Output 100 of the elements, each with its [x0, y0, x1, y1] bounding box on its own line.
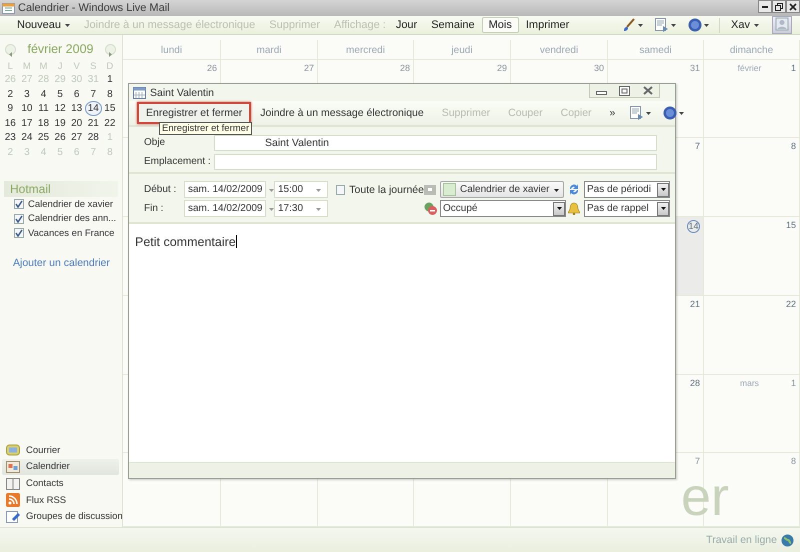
reminder-select[interactable]: Pas de rappel — [584, 200, 670, 217]
day-number: 1 — [790, 63, 796, 73]
calendar-day[interactable]: 5 — [52, 86, 68, 101]
caret-icon — [638, 24, 644, 26]
calendar-day[interactable]: 4 — [35, 86, 52, 101]
calendar-day[interactable]: 17 — [18, 116, 36, 130]
next-month-button[interactable] — [104, 44, 116, 54]
new-menu-button[interactable]: Nouveau — [10, 17, 78, 33]
checkbox[interactable] — [14, 214, 24, 224]
calendar-select[interactable]: Calendrier de xavier — [440, 181, 564, 198]
field-label: Emplacement : — [144, 156, 212, 167]
view-label: Affichage : — [333, 18, 387, 33]
subject-field[interactable]: Saint Valentin — [214, 134, 657, 150]
dialog-title: Saint Valentin — [150, 86, 214, 98]
caret-icon — [671, 24, 676, 26]
calendar-day[interactable]: 8 — [102, 86, 118, 101]
calendar-day[interactable]: 14 — [84, 101, 102, 116]
calendar-day[interactable]: 26 — [52, 130, 68, 144]
caret-icon — [556, 207, 562, 210]
calendar-day[interactable]: 18 — [35, 116, 52, 130]
calendar-day[interactable]: 2 — [2, 86, 19, 101]
caret-icon — [704, 24, 710, 26]
calendar-day[interactable]: 11 — [35, 101, 52, 116]
checkbox[interactable] — [14, 199, 24, 210]
recurrence-select[interactable]: Pas de périodi — [584, 181, 670, 198]
toolbar-button[interactable]: » — [600, 102, 624, 124]
calendar-icon — [133, 86, 146, 98]
day-number: 22 — [786, 299, 796, 309]
time-field[interactable]: 15:00 — [274, 181, 328, 198]
calendar-day[interactable]: 7 — [84, 86, 102, 101]
calendar-day[interactable]: 10 — [18, 101, 36, 116]
time-field[interactable]: 17:30 — [274, 200, 328, 217]
minimize-button[interactable] — [758, 0, 772, 13]
help-icon — [663, 106, 678, 120]
calendar-day[interactable]: 13 — [68, 101, 85, 116]
location-field[interactable] — [214, 154, 657, 170]
calendar-day[interactable]: 24 — [18, 130, 36, 144]
calendar-day[interactable]: 28 — [84, 130, 102, 144]
toolbar-button[interactable]: Semaine — [424, 17, 482, 33]
calendar-day[interactable]: 16 — [2, 116, 19, 130]
nav-item[interactable]: Contacts — [2, 475, 119, 492]
day-number: 15 — [786, 220, 796, 230]
nav-label: Flux RSS — [26, 494, 66, 506]
toolbar-button[interactable]: Enregistrer et fermer — [137, 102, 252, 124]
calendar-day[interactable]: 25 — [35, 130, 52, 144]
nav-label: Calendrier — [26, 461, 70, 472]
caret-icon — [268, 189, 274, 192]
day-number: 7 — [694, 456, 700, 466]
caret-icon — [65, 24, 70, 26]
weekday-header: samedi — [608, 40, 704, 60]
globe-icon — [781, 534, 794, 546]
note-icon — [6, 510, 20, 524]
caret-icon — [660, 188, 666, 191]
month-title: février 2009 — [27, 42, 94, 56]
calendar-name: Calendrier de xavier — [28, 198, 114, 210]
checkbox[interactable] — [336, 184, 346, 194]
calendar-day[interactable]: 27 — [68, 130, 85, 144]
calendar-day[interactable]: 3 — [18, 86, 36, 101]
nav-item[interactable]: Calendrier — [2, 458, 119, 476]
nav-label: Courrier — [26, 444, 60, 456]
calendar-day[interactable]: 9 — [2, 101, 19, 116]
status-icon — [424, 202, 437, 215]
availability-select[interactable]: Occupé — [440, 200, 566, 217]
weekday-header: vendredi — [511, 40, 608, 60]
toolbar-button[interactable]: Imprimer — [518, 17, 576, 33]
day-number: 8 — [790, 141, 796, 151]
close-icon — [789, 2, 797, 10]
user-menu[interactable]: Xav — [724, 17, 766, 33]
left-arrow-icon — [8, 52, 13, 56]
nav-item[interactable]: Flux RSS — [2, 492, 119, 508]
checkbox-label: Toute la journée — [349, 184, 424, 196]
previous-month-button[interactable] — [5, 44, 16, 54]
toolbar-button[interactable]: Mois — [482, 17, 519, 33]
calendar-day[interactable]: 21 — [84, 116, 102, 130]
nav-label: Contacts — [26, 478, 64, 490]
status-text: Travail en ligne — [706, 534, 777, 546]
calendar-day[interactable]: 15 — [102, 101, 118, 116]
close-button[interactable] — [786, 0, 800, 13]
restore-button[interactable] — [772, 0, 786, 13]
calendar-day[interactable]: 6 — [68, 86, 85, 101]
toolbar-button[interactable]: Jour — [388, 17, 424, 33]
book-icon — [6, 476, 20, 491]
calendar-day[interactable]: 20 — [68, 116, 85, 130]
calendar-day[interactable]: 12 — [52, 101, 68, 116]
weekday-header: dimanche — [704, 40, 800, 60]
caret-icon — [268, 208, 274, 211]
toolbar-button[interactable]: Joindre à un message électronique — [251, 102, 433, 124]
add-calendar-link[interactable]: Ajouter un calendrier — [0, 256, 122, 268]
restore-icon — [775, 2, 783, 10]
calendar-day[interactable]: 22 — [102, 116, 118, 130]
field-label: Début : — [144, 184, 178, 195]
checkbox[interactable] — [14, 228, 24, 238]
mail-icon — [6, 443, 20, 458]
bell-icon — [568, 202, 580, 215]
nav-item[interactable]: Courrier — [2, 442, 119, 459]
day-number: 26 — [206, 63, 217, 73]
calendar-day[interactable]: 19 — [52, 116, 68, 130]
calendar-day[interactable]: 1 — [102, 72, 118, 86]
day-number: 29 — [496, 63, 507, 73]
calendar-day[interactable]: 23 — [2, 130, 19, 144]
